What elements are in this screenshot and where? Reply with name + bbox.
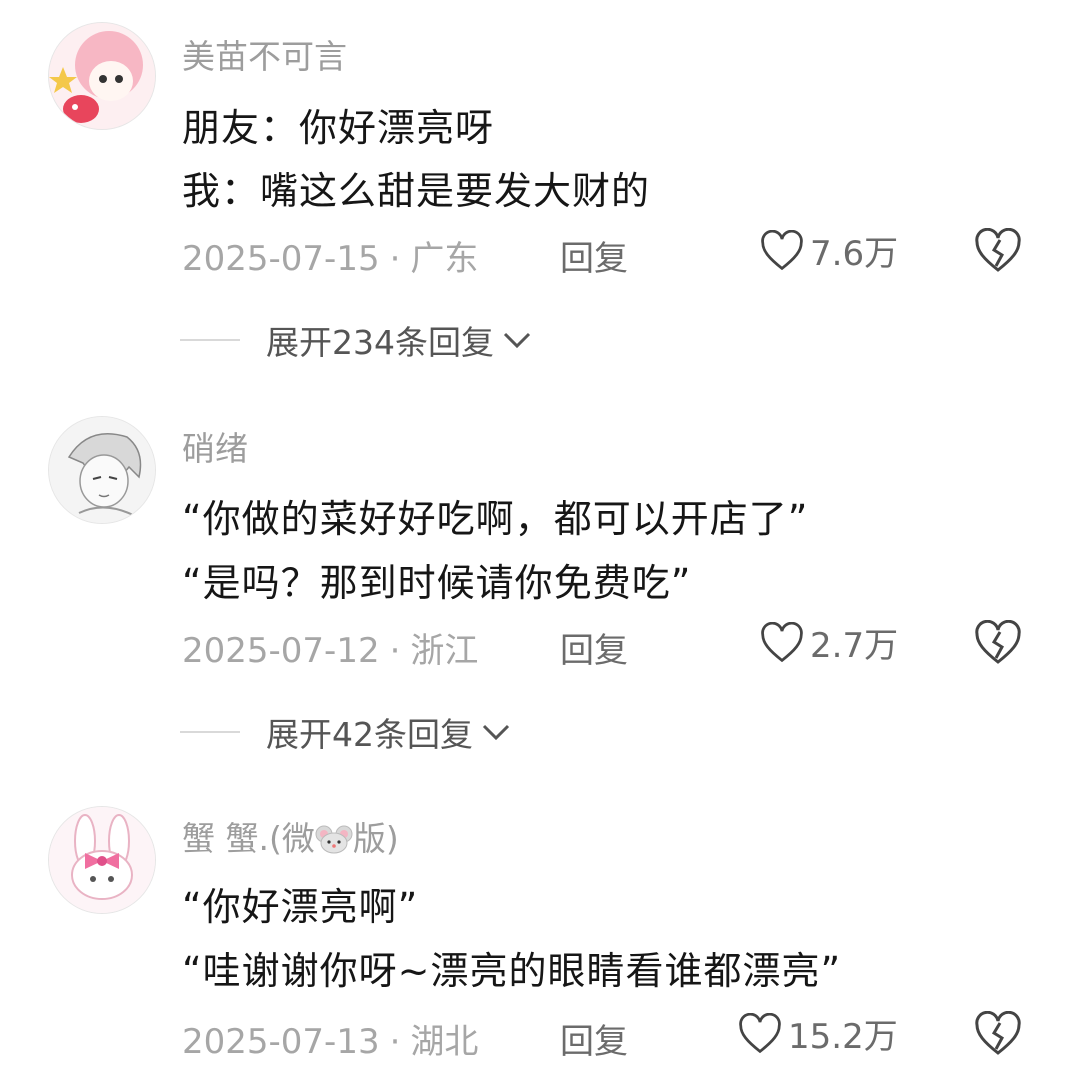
comment-meta: 2025-07-15 · 广东 xyxy=(182,231,478,280)
comment-location: 广东 xyxy=(410,239,479,279)
avatar[interactable] xyxy=(48,22,156,130)
comment-date: 2025-07-12 xyxy=(182,631,380,671)
comment-date: 2025-07-13 xyxy=(182,1022,380,1062)
broken-heart-icon[interactable] xyxy=(974,620,1022,666)
username-suffix: 版) xyxy=(352,819,399,858)
username[interactable]: 硝绪 xyxy=(182,422,248,470)
like-button[interactable]: 15.2万 xyxy=(738,1009,898,1058)
comment-text-line: “哇谢谢你呀~漂亮的眼睛看谁都漂亮” xyxy=(182,949,842,993)
expand-replies-label: 展开42条回复 xyxy=(266,715,473,754)
like-button[interactable]: 2.7万 xyxy=(760,618,898,667)
username[interactable]: 蟹 蟹.(微 版) xyxy=(182,812,399,860)
avatar[interactable] xyxy=(48,806,156,914)
like-button[interactable]: 7.6万 xyxy=(760,226,898,275)
chevron-down-icon xyxy=(503,332,531,349)
expand-replies-button[interactable]: 展开234条回复 xyxy=(180,316,532,364)
avatar-sketch-boy-icon xyxy=(49,417,155,523)
comment-text-line: 我：嘴这么甜是要发大财的 xyxy=(182,169,651,213)
expand-replies-button[interactable]: 展开42条回复 xyxy=(180,708,511,756)
reply-button[interactable]: 回复 xyxy=(560,623,628,672)
username-prefix: 蟹 蟹.(微 xyxy=(182,819,315,858)
comment-text-line: 朋友：你好漂亮呀 xyxy=(182,106,495,150)
comment-text-line: “是吗？那到时候请你免费吃” xyxy=(182,561,692,605)
divider-dash xyxy=(180,731,240,733)
reply-button[interactable]: 回复 xyxy=(560,231,628,280)
heart-outline-icon xyxy=(761,229,803,270)
separator-dot: · xyxy=(389,1022,401,1062)
like-count: 2.7万 xyxy=(810,626,899,666)
divider-dash xyxy=(180,339,240,341)
separator-dot: · xyxy=(389,239,401,279)
username[interactable]: 美苗不可言 xyxy=(182,30,347,78)
chevron-down-icon xyxy=(482,724,510,741)
heart-outline-icon xyxy=(761,621,803,662)
comment-text-line: “你做的菜好好吃啊，都可以开店了” xyxy=(182,497,809,541)
separator-dot: · xyxy=(389,631,401,671)
comment-text-line: “你好漂亮啊” xyxy=(182,885,419,929)
broken-heart-icon[interactable] xyxy=(974,1011,1022,1057)
mouse-emoji-icon xyxy=(315,825,353,854)
reply-button[interactable]: 回复 xyxy=(560,1014,628,1063)
avatar[interactable] xyxy=(48,416,156,524)
comment-meta: 2025-07-12 · 浙江 xyxy=(182,623,478,672)
expand-replies-label: 展开234条回复 xyxy=(266,323,494,362)
like-count: 7.6万 xyxy=(810,234,899,274)
comment-location: 湖北 xyxy=(410,1022,479,1062)
heart-outline-icon xyxy=(739,1012,781,1053)
avatar-pink-hair-icon xyxy=(49,23,155,129)
comment-location: 浙江 xyxy=(410,631,479,671)
like-count: 15.2万 xyxy=(788,1017,898,1057)
comment-meta: 2025-07-13 · 湖北 xyxy=(182,1014,478,1063)
comment-date: 2025-07-15 xyxy=(182,239,380,279)
avatar-pink-bunny-icon xyxy=(49,807,155,913)
broken-heart-icon[interactable] xyxy=(974,228,1022,274)
